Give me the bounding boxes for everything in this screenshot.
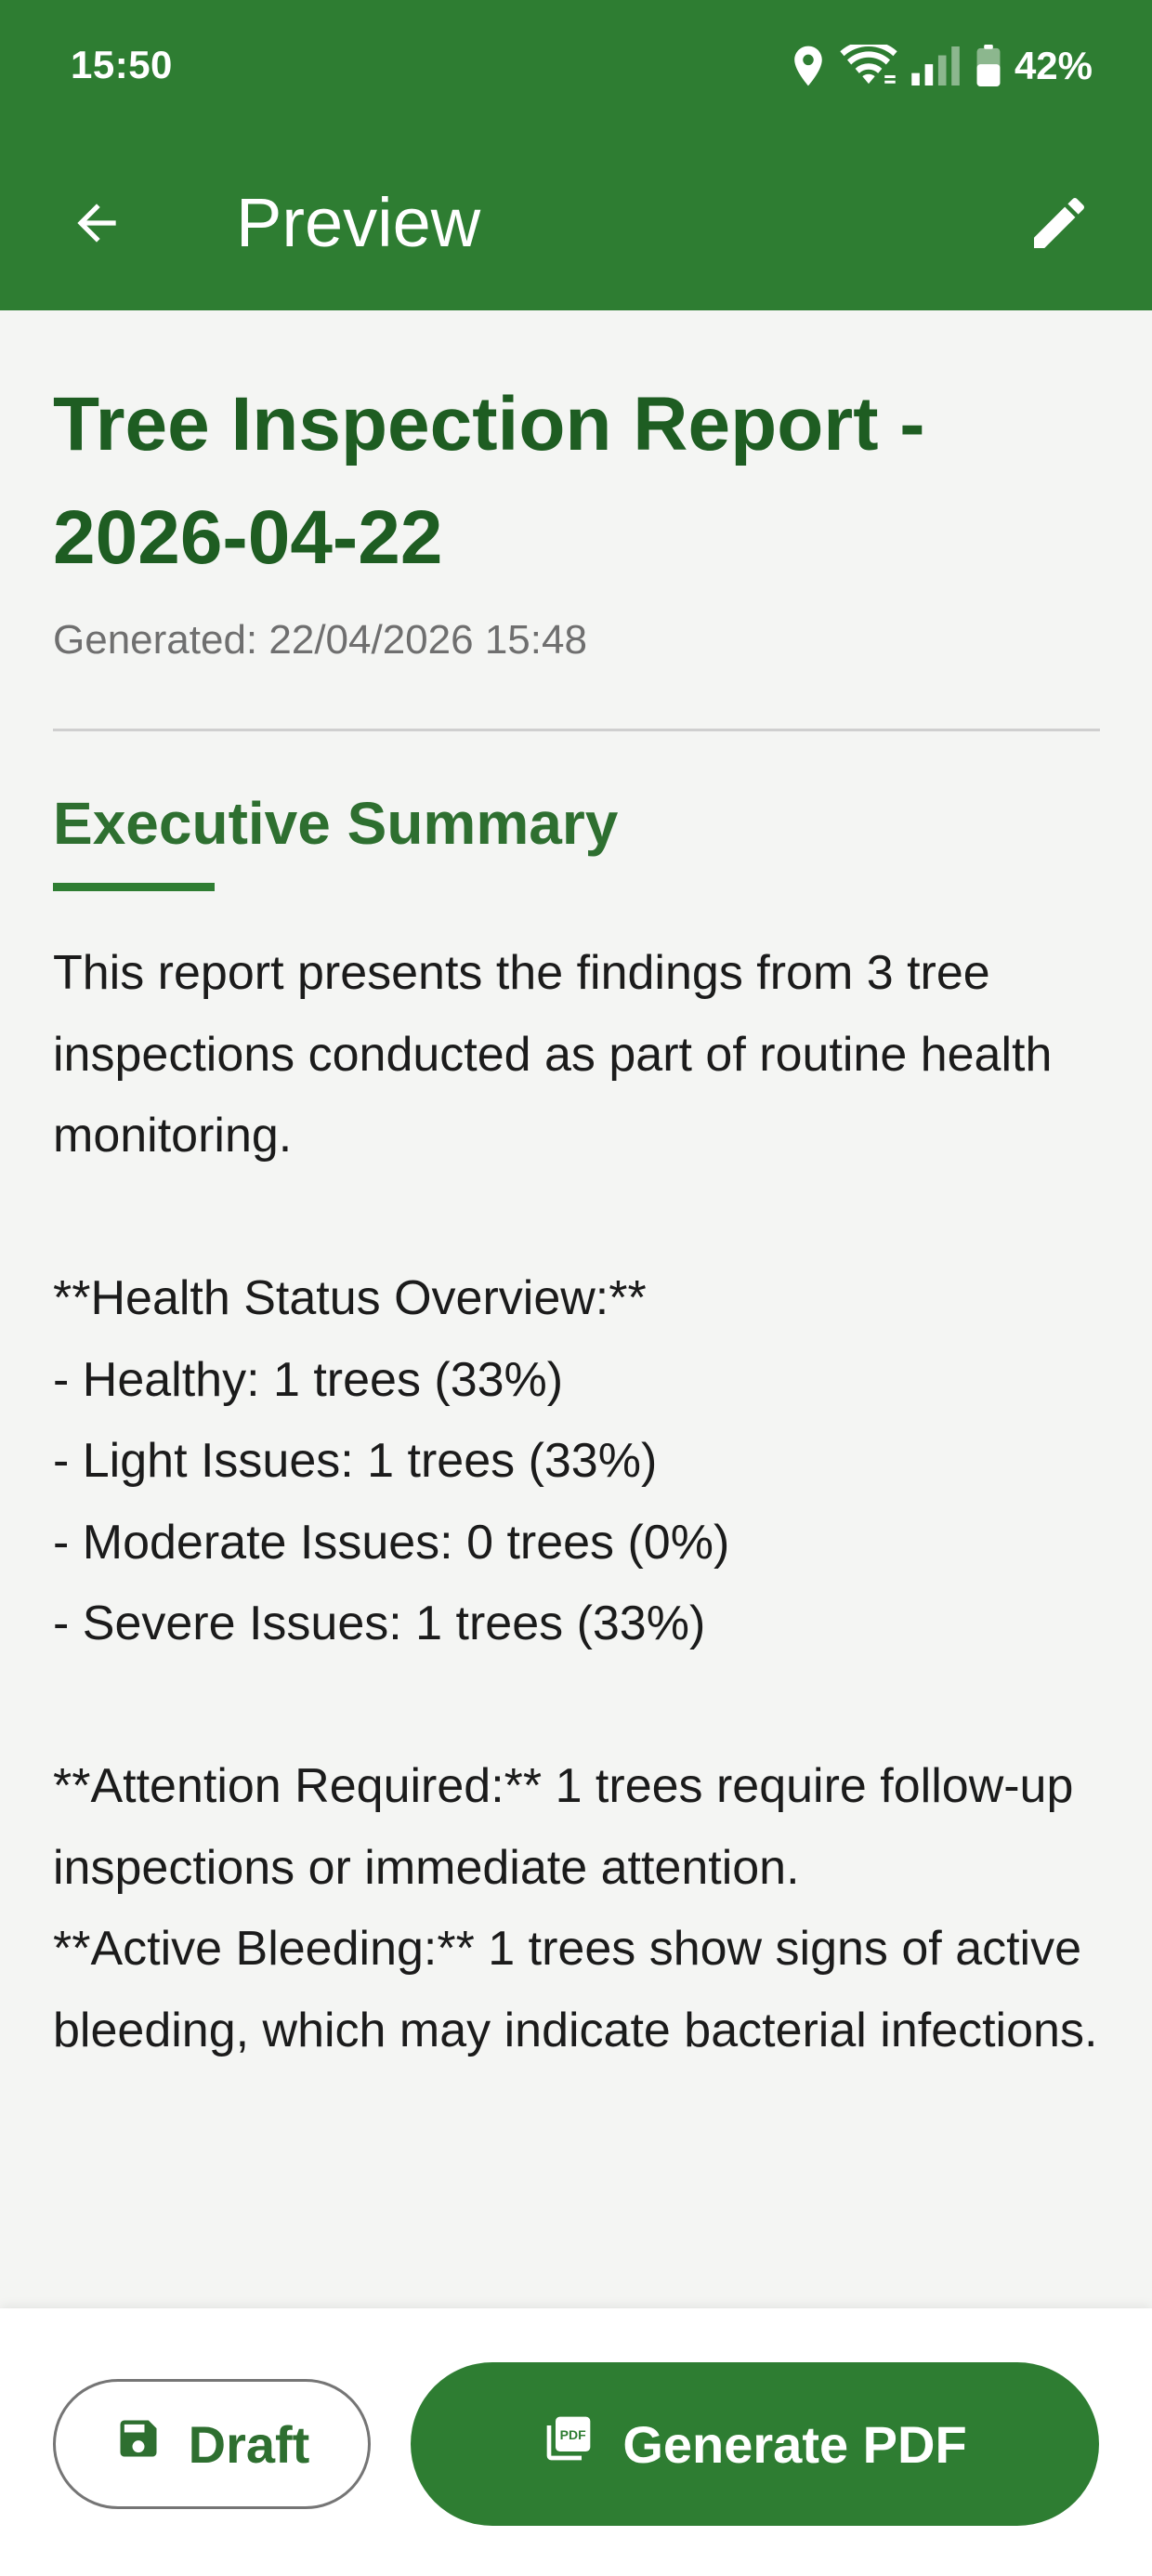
pencil-edit-icon bbox=[1026, 190, 1093, 261]
generate-pdf-label: Generate PDF bbox=[622, 2414, 967, 2474]
wifi-icon bbox=[840, 45, 897, 87]
battery-percentage: 42% bbox=[1014, 44, 1093, 87]
back-button[interactable] bbox=[50, 178, 143, 271]
section-underline bbox=[53, 883, 215, 891]
save-icon bbox=[114, 2414, 163, 2475]
signal-icon bbox=[910, 46, 962, 85]
svg-text:PDF: PDF bbox=[560, 2426, 586, 2441]
pdf-file-icon: PDF bbox=[543, 2412, 595, 2477]
arrow-back-icon bbox=[68, 194, 125, 256]
status-bar: 15:50 42% bbox=[0, 0, 1152, 138]
draft-button[interactable]: Draft bbox=[53, 2379, 371, 2509]
divider bbox=[53, 729, 1100, 731]
summary-text: This report presents the findings from 3… bbox=[53, 946, 1098, 2057]
draft-label: Draft bbox=[188, 2414, 310, 2474]
page-title: Preview bbox=[236, 184, 481, 261]
bottom-action-bar: Draft PDF Generate PDF bbox=[0, 2308, 1152, 2576]
edit-button[interactable] bbox=[1013, 178, 1106, 271]
app-bar: Preview bbox=[0, 138, 1152, 310]
generate-pdf-button[interactable]: PDF Generate PDF bbox=[411, 2362, 1099, 2526]
status-time: 15:50 bbox=[71, 43, 173, 86]
location-icon bbox=[790, 45, 827, 87]
report-preview[interactable]: Tree Inspection Report - 2026-04-22 Gene… bbox=[0, 310, 1152, 2308]
generated-timestamp: Generated: 22/04/2026 15:48 bbox=[53, 617, 587, 663]
status-icons: 42% bbox=[790, 41, 1093, 91]
report-title: Tree Inspection Report - 2026-04-22 bbox=[53, 382, 925, 580]
section-heading: Executive Summary bbox=[53, 790, 619, 857]
battery-icon bbox=[975, 45, 1001, 87]
